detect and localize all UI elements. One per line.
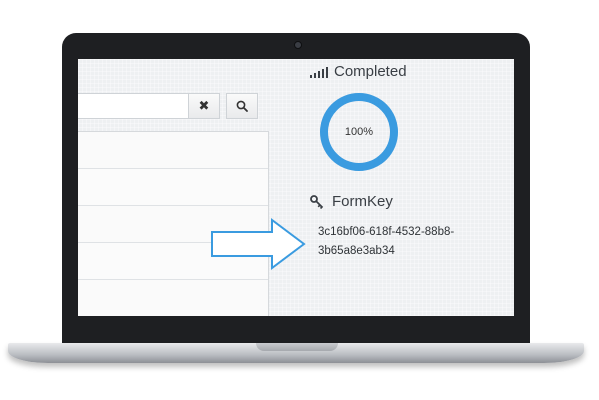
camera-icon xyxy=(294,41,302,49)
list-item[interactable] xyxy=(78,280,268,316)
search-button[interactable] xyxy=(226,93,258,119)
status-label: Completed xyxy=(334,63,407,80)
formkey-label: FormKey xyxy=(332,193,393,210)
formkey-value: 3c16bf06-618f-4532-88b8- 3b65a8e3ab34 xyxy=(318,223,488,261)
list-item[interactable] xyxy=(78,169,268,206)
key-icon xyxy=(310,194,324,209)
list-item[interactable] xyxy=(78,132,268,169)
signal-bars-icon xyxy=(310,66,328,78)
laptop-screen: ✖ Completed 100% FormKey 3c16bf06-618f-4… xyxy=(78,59,514,316)
formkey-value-line2: 3b65a8e3ab34 xyxy=(318,245,395,257)
search-icon xyxy=(236,100,248,112)
close-icon: ✖ xyxy=(198,98,210,113)
formkey-header: FormKey xyxy=(310,193,393,210)
arrow-right-icon xyxy=(211,218,306,270)
formkey-value-line1: 3c16bf06-618f-4532-88b8- xyxy=(318,226,455,238)
laptop-notch xyxy=(256,343,338,351)
status-row: Completed xyxy=(310,63,407,80)
laptop-bezel-bottom xyxy=(62,316,530,346)
search-input[interactable] xyxy=(78,93,188,119)
clear-button[interactable]: ✖ xyxy=(188,93,220,119)
progress-percent: 100% xyxy=(344,126,374,138)
